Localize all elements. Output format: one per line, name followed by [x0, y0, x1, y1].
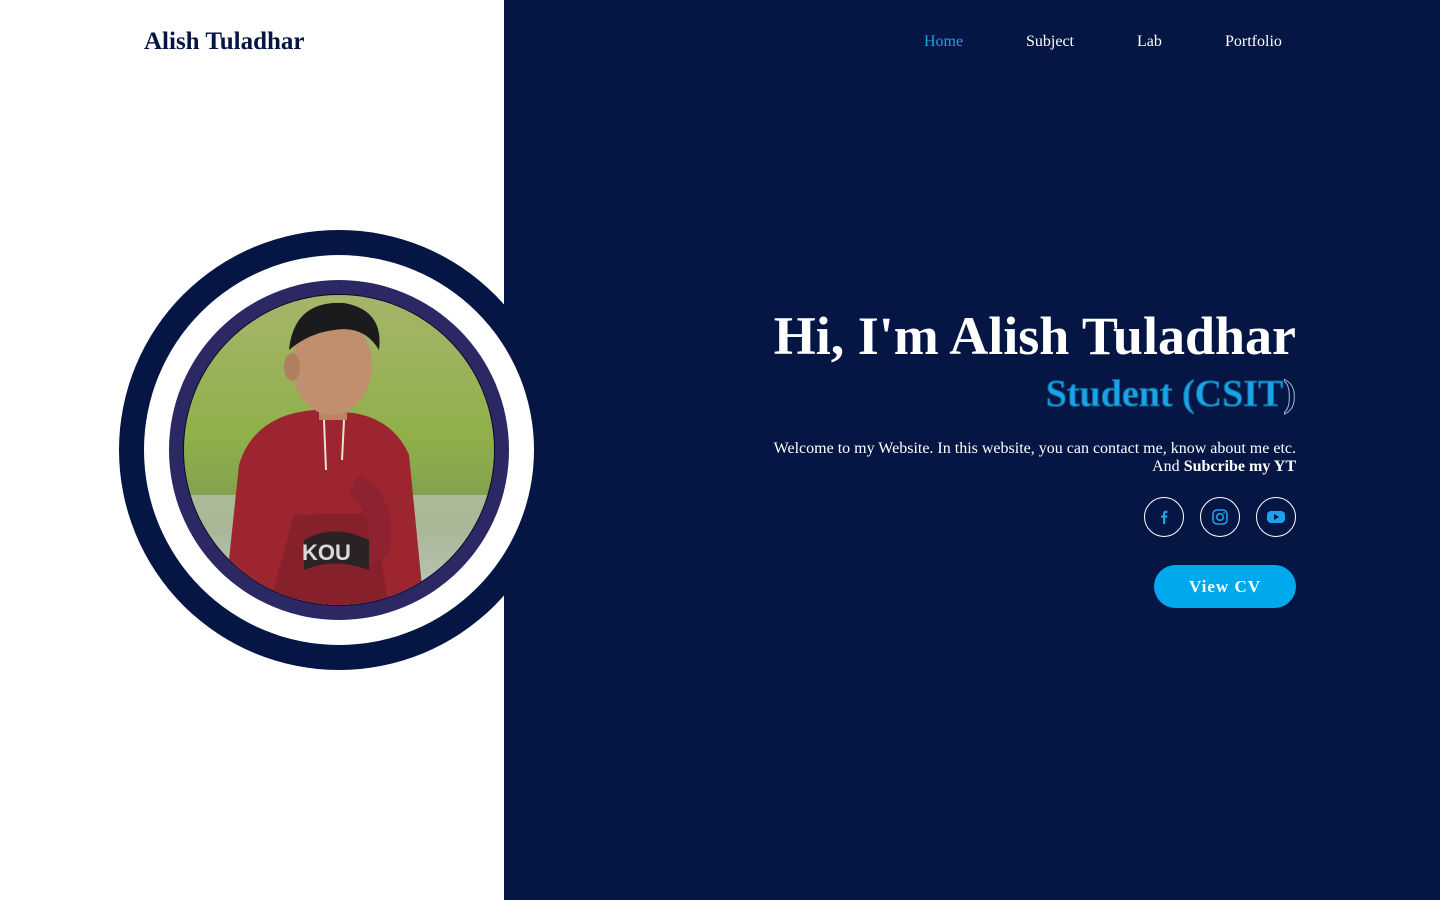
- nav-lab[interactable]: Lab: [1137, 32, 1162, 52]
- page: Alish Tuladhar Home Subject Lab Portfoli…: [0, 0, 1440, 900]
- facebook-icon: [1161, 510, 1168, 524]
- youtube-icon: [1267, 511, 1285, 523]
- description-text: Welcome to my Website. In this website, …: [773, 440, 1296, 457]
- profile-photo: KOU: [183, 294, 495, 606]
- nav-home[interactable]: Home: [924, 32, 963, 52]
- subscribe-link[interactable]: Subcribe my YT: [1184, 458, 1296, 475]
- facebook-link[interactable]: [1144, 497, 1184, 537]
- hero-heading: Hi, I'm Alish Tuladhar: [773, 306, 1296, 366]
- main-nav: Home Subject Lab Portfolio: [0, 32, 1440, 56]
- role-ghost-text: ): [1283, 373, 1297, 416]
- instagram-link[interactable]: [1200, 497, 1240, 537]
- svg-text:KOU: KOU: [302, 540, 351, 565]
- instagram-icon: [1212, 509, 1228, 525]
- description-prefix: And: [1152, 458, 1180, 475]
- profile-photo-image: KOU: [184, 295, 494, 605]
- hero-role: Student (CSIT): [676, 370, 1296, 418]
- nav-subject[interactable]: Subject: [1026, 32, 1074, 52]
- hero-text: Hi, I'm Alish Tuladhar Student (CSIT) We…: [676, 304, 1297, 476]
- nav-portfolio[interactable]: Portfolio: [1225, 32, 1282, 52]
- view-cv-button[interactable]: View CV: [1154, 565, 1296, 608]
- role-typed-text: Student (CSIT: [1045, 373, 1284, 416]
- social-links: [1144, 497, 1296, 537]
- hero-description: Welcome to my Website. In this website, …: [676, 440, 1296, 476]
- youtube-link[interactable]: [1256, 497, 1296, 537]
